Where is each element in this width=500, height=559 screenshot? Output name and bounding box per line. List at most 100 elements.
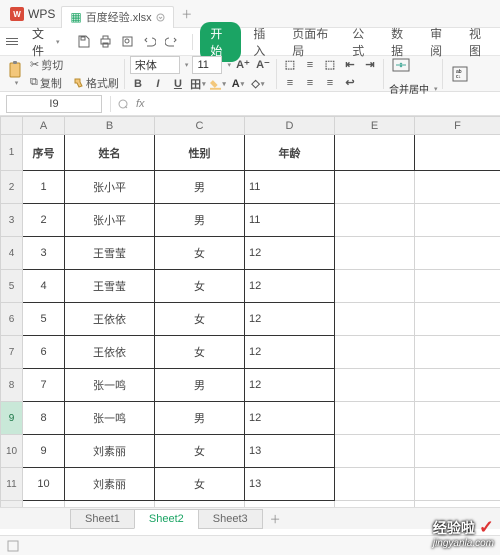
cell-style-button[interactable]: ◇▾	[250, 76, 266, 92]
wrap-button[interactable]: abc↓	[448, 60, 472, 88]
cell[interactable]: 9	[23, 435, 65, 468]
copy-button[interactable]: ⧉ 复制	[30, 75, 62, 91]
file-tab[interactable]: ▦ 百度经验.xlsx	[61, 6, 173, 28]
col-header[interactable]: E	[335, 117, 415, 135]
row-header[interactable]: 4	[1, 237, 23, 270]
cell[interactable]: 1	[23, 171, 65, 204]
print-preview-icon[interactable]	[120, 34, 136, 50]
bold-button[interactable]: B	[130, 76, 146, 92]
row-header[interactable]: 8	[1, 369, 23, 402]
select-all-corner[interactable]	[1, 117, 23, 135]
cell[interactable]: 11	[245, 204, 335, 237]
paste-button[interactable]: ▾	[4, 60, 28, 88]
cell[interactable]	[335, 303, 415, 336]
cell[interactable]	[335, 237, 415, 270]
cell[interactable]: 刘素丽	[65, 468, 155, 501]
cell[interactable]: 男	[155, 369, 245, 402]
align-middle-icon[interactable]: ≡	[302, 57, 318, 73]
cell[interactable]	[415, 171, 500, 204]
cell[interactable]: 张一鸣	[65, 369, 155, 402]
cell[interactable]: 张小平	[65, 204, 155, 237]
cell[interactable]: 男	[155, 402, 245, 435]
cell[interactable]: 张小平	[65, 171, 155, 204]
spreadsheet-grid[interactable]: A B C D E F 1 序号 姓名 性别 年龄 21张小平男1132张小平男…	[0, 116, 500, 523]
font-size-selector[interactable]: 11	[192, 56, 222, 74]
italic-button[interactable]: I	[150, 76, 166, 92]
cell[interactable]: 女	[155, 435, 245, 468]
col-header[interactable]: B	[65, 117, 155, 135]
sheet-tab[interactable]: Sheet1	[70, 509, 135, 529]
fx-icon[interactable]: fx	[133, 98, 148, 110]
header-cell[interactable]: 序号	[23, 135, 65, 171]
cell[interactable]	[335, 369, 415, 402]
format-painter-button[interactable]: 格式刷	[73, 75, 119, 91]
indent-left-icon[interactable]: ⇤	[342, 57, 358, 73]
tab-layout[interactable]: 页面布局	[286, 22, 340, 62]
row-header[interactable]: 11	[1, 468, 23, 501]
cell[interactable]: 12	[245, 270, 335, 303]
font-selector[interactable]: 宋体	[130, 56, 180, 74]
cell[interactable]: 12	[245, 237, 335, 270]
align-bottom-icon[interactable]: ⬚	[322, 57, 338, 73]
file-menu[interactable]: 文件▾	[26, 23, 66, 61]
cell[interactable]	[415, 237, 500, 270]
cell[interactable]: 男	[155, 204, 245, 237]
cell[interactable]: 12	[245, 336, 335, 369]
col-header[interactable]: C	[155, 117, 245, 135]
cancel-icon[interactable]	[113, 94, 133, 114]
cell[interactable]: 2	[23, 204, 65, 237]
row-header[interactable]: 7	[1, 336, 23, 369]
dropdown-icon[interactable]	[156, 13, 165, 22]
header-cell[interactable]: 年龄	[245, 135, 335, 171]
add-tab-button[interactable]: ＋	[180, 7, 194, 21]
cell[interactable]: 女	[155, 468, 245, 501]
cell[interactable]: 女	[155, 303, 245, 336]
cell[interactable]: 7	[23, 369, 65, 402]
merge-button[interactable]	[389, 51, 413, 79]
align-center-icon[interactable]: ≡	[302, 75, 318, 91]
font-color-button[interactable]: A▾	[230, 76, 246, 92]
cell[interactable]: 11	[245, 171, 335, 204]
cell[interactable]: 12	[245, 369, 335, 402]
col-header[interactable]: A	[23, 117, 65, 135]
cell[interactable]: 12	[245, 402, 335, 435]
redo-icon[interactable]	[164, 34, 180, 50]
cell[interactable]: 刘素丽	[65, 435, 155, 468]
cell[interactable]	[415, 135, 500, 171]
row-header[interactable]: 9	[1, 402, 23, 435]
print-icon[interactable]	[98, 34, 114, 50]
increase-font-icon[interactable]: A⁺	[235, 57, 251, 73]
cell[interactable]	[335, 336, 415, 369]
cell[interactable]	[415, 204, 500, 237]
cell[interactable]: 女	[155, 237, 245, 270]
border-button[interactable]: 田▾	[190, 76, 206, 92]
cell[interactable]	[335, 468, 415, 501]
cell[interactable]	[335, 270, 415, 303]
align-left-icon[interactable]: ≡	[282, 75, 298, 91]
header-cell[interactable]: 姓名	[65, 135, 155, 171]
cell[interactable]: 张一鸣	[65, 402, 155, 435]
sheet-tab[interactable]: Sheet3	[198, 509, 263, 529]
cell[interactable]	[335, 435, 415, 468]
row-header[interactable]: 3	[1, 204, 23, 237]
col-header[interactable]: D	[245, 117, 335, 135]
align-right-icon[interactable]: ≡	[322, 75, 338, 91]
cell[interactable]: 女	[155, 270, 245, 303]
cell[interactable]: 王雪莹	[65, 237, 155, 270]
cell[interactable]: 12	[245, 303, 335, 336]
row-header[interactable]: 1	[1, 135, 23, 171]
cell[interactable]: 男	[155, 171, 245, 204]
cell[interactable]	[415, 336, 500, 369]
wrap-text-icon[interactable]: ↩	[342, 75, 358, 91]
name-box[interactable]: I9	[6, 95, 102, 113]
cell[interactable]: 王依依	[65, 303, 155, 336]
cell[interactable]	[415, 270, 500, 303]
save-icon[interactable]	[76, 34, 92, 50]
cell[interactable]	[415, 369, 500, 402]
fill-color-button[interactable]: ▾	[210, 76, 226, 92]
col-header[interactable]: F	[415, 117, 500, 135]
cell[interactable]	[415, 435, 500, 468]
cell[interactable]: 6	[23, 336, 65, 369]
add-sheet-button[interactable]: ＋	[262, 508, 289, 530]
formula-input[interactable]	[148, 95, 500, 113]
